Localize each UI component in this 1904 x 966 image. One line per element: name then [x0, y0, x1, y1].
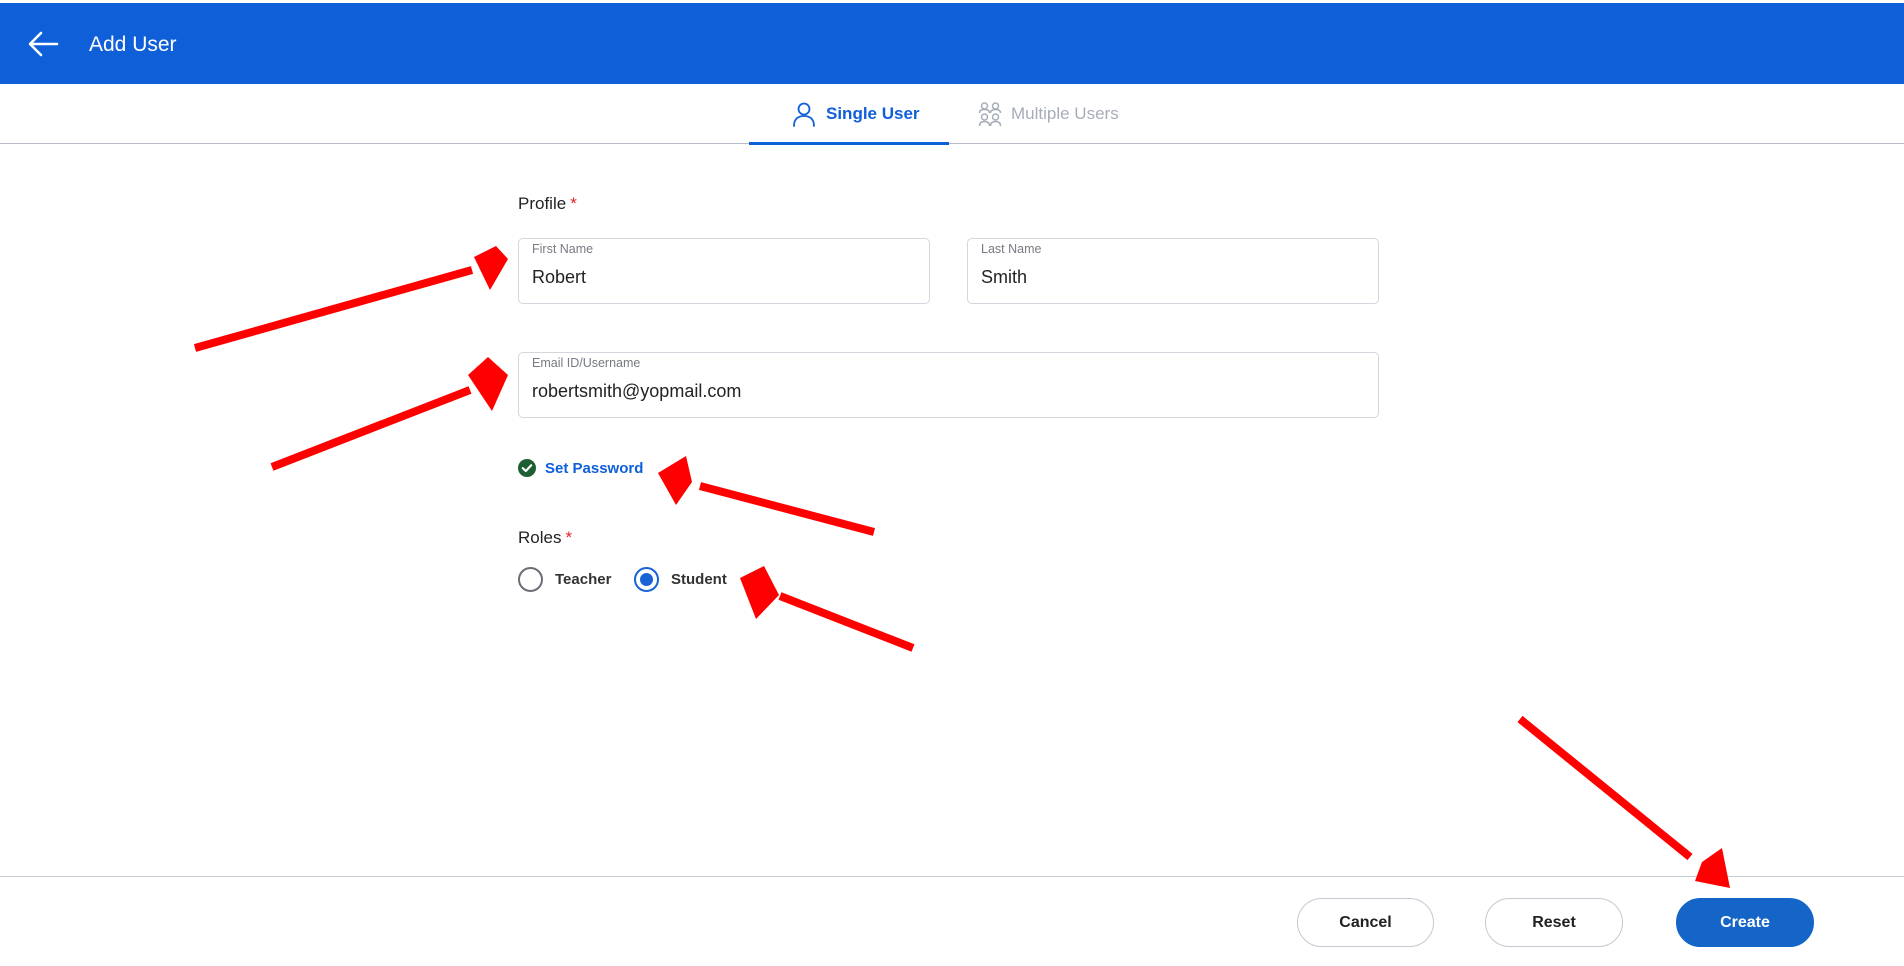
arrow-left-icon — [28, 31, 59, 57]
back-button[interactable] — [24, 25, 62, 63]
annotation-arrows — [193, 246, 1730, 888]
email-input[interactable] — [532, 381, 1365, 402]
app-header: Add User — [0, 3, 1904, 84]
annotation-arrow-set-password — [658, 456, 876, 536]
active-tab-indicator — [749, 142, 949, 145]
required-marker: * — [565, 528, 573, 547]
tab-bar: Single User Multiple Users — [0, 84, 1904, 145]
required-marker: * — [570, 194, 577, 213]
last-name-field[interactable]: Last Name — [967, 238, 1379, 304]
first-name-label: First Name — [532, 242, 594, 256]
reset-button[interactable]: Reset — [1485, 898, 1623, 947]
tab-single-user[interactable]: Single User — [749, 84, 949, 145]
roles-label: Roles — [518, 528, 562, 547]
tab-multiple-users[interactable]: Multiple Users — [978, 84, 1138, 144]
set-password-link[interactable]: Set Password — [518, 459, 643, 477]
role-student-option[interactable]: Student — [634, 567, 727, 592]
create-button[interactable]: Create — [1676, 898, 1814, 947]
email-label: Email ID/Username — [532, 356, 641, 370]
annotation-arrow-email — [270, 357, 508, 471]
teacher-label: Teacher — [555, 571, 612, 588]
profile-section-label: Profile * — [518, 194, 577, 214]
tab-single-user-label: Single User — [826, 104, 920, 123]
last-name-label: Last Name — [981, 242, 1042, 256]
student-radio[interactable] — [634, 567, 659, 592]
email-field[interactable]: Email ID/Username — [518, 352, 1379, 418]
tab-multiple-users-label: Multiple Users — [1011, 104, 1119, 123]
first-name-field[interactable]: First Name — [518, 238, 930, 304]
annotation-arrow-student — [740, 566, 915, 652]
annotation-arrow-first-name — [193, 246, 508, 352]
add-user-page: Add User Single User Multiple Users Prof… — [0, 0, 1904, 966]
first-name-input[interactable] — [532, 267, 916, 288]
page-title: Add User — [89, 33, 177, 56]
last-name-input[interactable] — [981, 267, 1365, 288]
roles-section-label: Roles * — [518, 528, 572, 548]
footer-divider — [0, 876, 1904, 877]
users-icon — [978, 102, 1002, 127]
check-circle-icon — [518, 459, 536, 477]
role-teacher-option[interactable]: Teacher — [518, 567, 611, 592]
set-password-label: Set Password — [545, 459, 644, 477]
annotation-arrow-create — [1517, 715, 1730, 888]
user-icon — [793, 102, 815, 127]
teacher-radio[interactable] — [518, 567, 543, 592]
student-label: Student — [671, 571, 727, 588]
profile-label: Profile — [518, 194, 567, 213]
cancel-button[interactable]: Cancel — [1297, 898, 1434, 947]
